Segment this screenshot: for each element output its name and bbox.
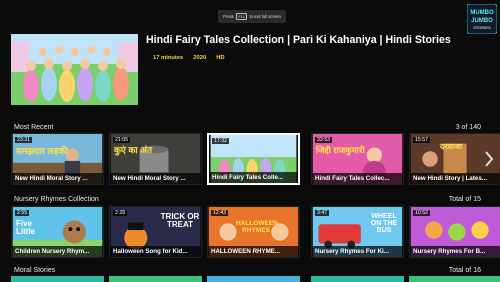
video-title: HALLOWEEN RHYME... <box>208 246 299 257</box>
video-duration: 17:32 <box>212 138 229 144</box>
thumbnail-overlay-text: दरवाजा <box>440 142 463 151</box>
video-title: New Hindi Moral Story ... <box>110 173 201 184</box>
video-title: Halloween Song for Kid... <box>110 246 201 257</box>
featured-quality-badge: HD <box>216 55 225 61</box>
video-card[interactable] <box>311 276 404 282</box>
video-duration: 2:28 <box>113 210 128 216</box>
video-card[interactable]: 2:28 TRICK OR TREAT Halloween Song for K… <box>109 206 202 258</box>
featured-duration: 17 minutes <box>153 55 184 61</box>
video-card[interactable]: 12:43 HALLOWEEN RHYMES HALLOWEEN RHYME..… <box>207 206 300 258</box>
featured-thumbnail[interactable] <box>11 34 138 105</box>
video-card[interactable]: 33:53 जिद्दी राजकुमारी Hindi Fairy Tales… <box>311 133 404 185</box>
video-title: New Hindi Story | Lates... <box>410 173 500 184</box>
thumbnail-overlay-text: HALLOWEEN RHYMES <box>236 220 278 234</box>
video-card[interactable]: 3:47 WHEEL ON THE BUS Nursery Rhymes For… <box>311 206 404 258</box>
video-title: Nursery Rhymes For Ki... <box>312 246 403 257</box>
thumbnail-overlay-text: जिद्दी राजकुमारी <box>316 145 365 155</box>
video-duration: 2:55 <box>15 210 30 216</box>
video-card[interactable] <box>207 276 300 282</box>
video-card[interactable]: 10:52 Nursery Rhymes For B... <box>409 206 500 258</box>
logo-line2: JUMBO <box>471 18 493 24</box>
video-title: Hindi Fairy Tales Collec... <box>312 173 403 184</box>
video-card[interactable]: 21:05 कुएं का अंत New Hindi Moral Story … <box>109 133 202 185</box>
video-duration: 33:53 <box>315 137 332 143</box>
row-count-moral-stories: Total of 16 <box>448 267 481 274</box>
featured-title: Hindi Fairy Tales Collection | Pari Ki K… <box>146 34 451 46</box>
video-duration: 3:47 <box>315 210 330 216</box>
video-card-selected[interactable]: 17:32 Hindi Fairy Tales Colle... <box>207 133 300 185</box>
video-card[interactable] <box>109 276 202 282</box>
video-duration: 23:31 <box>15 137 32 143</box>
video-duration: 12:43 <box>211 210 228 216</box>
video-duration: 10:52 <box>413 210 430 216</box>
logo-line1: MUMBO <box>470 10 494 16</box>
row-count-nursery-rhymes: Total of 15 <box>448 196 481 203</box>
channel-logo[interactable]: MUMBO JUMBO STORIES <box>466 3 498 35</box>
thumbnail-overlay-text: WHEEL ON THE BUS <box>370 213 398 234</box>
fullscreen-hint: Press F11 to exit full screen <box>218 10 286 23</box>
video-duration: 15:57 <box>413 137 430 143</box>
video-title: New Hindi Moral Story ... <box>12 173 103 184</box>
video-duration: 21:05 <box>113 137 130 143</box>
video-title: Nursery Rhymes For B... <box>410 246 500 257</box>
f11-key: F11 <box>235 13 248 20</box>
video-card[interactable] <box>11 276 104 282</box>
chevron-right-icon[interactable] <box>484 150 494 168</box>
video-card[interactable] <box>409 276 500 282</box>
featured-year: 2020 <box>193 55 207 61</box>
thumbnail-overlay-text: समझदार लड़की <box>16 146 68 156</box>
row-title-moral-stories: Moral Stories <box>14 267 56 274</box>
row-title-most-recent: Most Recent <box>14 124 54 131</box>
thumbnail-overlay-text: TRICK OR TREAT <box>160 212 200 229</box>
logo-line3: STORIES <box>473 25 491 30</box>
video-card[interactable]: 2:55 Five Little Children Nursery Rhym..… <box>11 206 104 258</box>
thumbnail-overlay-text: Five Little <box>16 219 36 236</box>
fullscreen-hint-after: to exit full screen <box>249 14 281 19</box>
video-card[interactable]: 23:31 समझदार लड़की New Hindi Moral Story… <box>11 133 104 185</box>
video-title: Hindi Fairy Tales Colle... <box>209 172 298 183</box>
video-title: Children Nursery Rhym... <box>12 246 103 257</box>
featured-meta: 17 minutes 2020 HD <box>153 55 225 61</box>
row-count-most-recent: 3 of 140 <box>455 124 481 131</box>
thumbnail-overlay-text: कुएं का अंत <box>114 145 153 155</box>
fullscreen-hint-before: Press <box>223 14 234 19</box>
row-title-nursery-rhymes: Nursery Rhymes Collection <box>14 196 99 203</box>
